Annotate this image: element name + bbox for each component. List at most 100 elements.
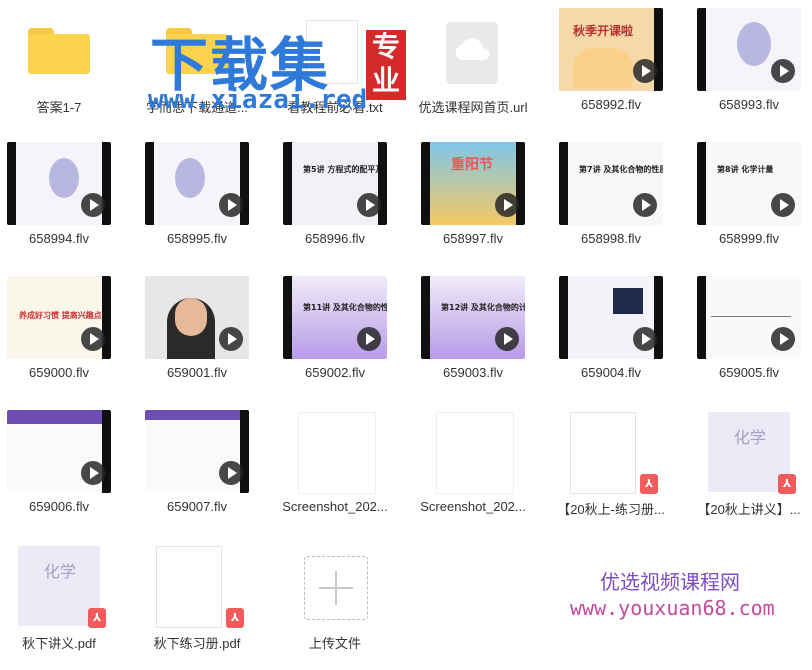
file-item[interactable]: 答案1-7 (0, 0, 138, 134)
thumb-title: 重阳节 (451, 157, 493, 173)
file-name: 658992.flv (581, 97, 641, 112)
image-thumbnail (436, 412, 514, 494)
file-item[interactable]: 优选课程网首页.url (414, 0, 552, 134)
file-name: 659005.flv (719, 365, 779, 380)
play-icon (771, 327, 795, 351)
thumb-title: 第12讲 及其化合物的计算 (441, 303, 525, 312)
file-item[interactable]: 第11讲 及其化合物的性质 659002.flv (276, 268, 414, 402)
play-icon (771, 59, 795, 83)
file-item[interactable]: 658994.flv (0, 134, 138, 268)
play-icon (633, 193, 657, 217)
play-icon (495, 327, 519, 351)
upload-button[interactable] (304, 556, 368, 620)
video-thumbnail: 第8讲 化学计量 (697, 142, 801, 225)
watermark-bottom-cn: 优选视频课程网 (600, 570, 740, 594)
video-thumbnail (7, 142, 111, 225)
play-icon (81, 327, 105, 351)
play-icon (81, 193, 105, 217)
play-icon (219, 461, 243, 485)
pdf-thumbnail (156, 546, 222, 628)
file-name: 659000.flv (29, 365, 89, 380)
pdf-icon: ⅄ (778, 474, 796, 494)
file-item[interactable]: 养成好习惯 提高兴趣点 659000.flv (0, 268, 138, 402)
file-item[interactable]: Screenshot_202... (414, 402, 552, 536)
play-icon (495, 193, 519, 217)
watermark-top-url: www.xiazai.red (148, 85, 368, 115)
file-name: 658993.flv (719, 97, 779, 112)
file-item[interactable]: 秋季开课啦 658992.flv (552, 0, 690, 134)
file-item[interactable]: 659005.flv (690, 268, 812, 402)
upload-label: 上传文件 (308, 636, 361, 651)
play-icon (219, 193, 243, 217)
file-item[interactable]: 重阳节 658997.flv (414, 134, 552, 268)
file-name: Screenshot_202... (420, 499, 526, 514)
file-name: Screenshot_202... (282, 499, 388, 514)
play-icon (771, 193, 795, 217)
file-grid: 答案1-7 学而思下载通道... 看教程前必看.txt 优选课程网首页.url … (0, 0, 812, 651)
file-item[interactable]: ⅄ 秋下练习册.pdf (138, 536, 276, 670)
file-name: 659003.flv (443, 365, 503, 380)
thumb-title: 秋季开课啦 (573, 24, 634, 38)
file-item[interactable]: 第5讲 方程式的配平及计算 658996.flv (276, 134, 414, 268)
video-thumbnail (145, 410, 249, 493)
file-item[interactable]: 658995.flv (138, 134, 276, 268)
file-name: 659007.flv (167, 499, 227, 514)
pdf-icon: ⅄ (226, 608, 244, 628)
file-name: 658997.flv (443, 231, 503, 246)
video-thumbnail (145, 276, 249, 359)
thumb-title: 第11讲 及其化合物的性质 (303, 303, 387, 312)
thumb-title: 养成好习惯 提高兴趣点 (19, 311, 102, 320)
file-item[interactable]: 659007.flv (138, 402, 276, 536)
file-name: 秋下练习册.pdf (153, 636, 241, 651)
watermark-badge: 专业 (366, 30, 406, 100)
video-thumbnail (559, 276, 663, 359)
play-icon (357, 193, 381, 217)
file-name: 【20秋上-练习册... (557, 502, 665, 517)
cover-title: 化学 (734, 430, 767, 447)
file-item[interactable]: 659006.flv (0, 402, 138, 536)
file-name: 【20秋上讲义】... (697, 502, 801, 517)
file-item[interactable]: 化学 ⅄ 秋下讲义.pdf (0, 536, 138, 670)
file-name: 659001.flv (167, 365, 227, 380)
file-name: 答案1-7 (36, 100, 82, 115)
video-thumbnail: 第12讲 及其化合物的计算 (421, 276, 525, 359)
thumb-title: 第5讲 方程式的配平及计算 (303, 165, 387, 174)
url-file-icon (446, 22, 498, 84)
thumb-title: 第7讲 及其化合物的性质 (579, 165, 663, 174)
video-thumbnail: 第5讲 方程式的配平及计算 (283, 142, 387, 225)
play-icon (633, 327, 657, 351)
file-item[interactable]: 659004.flv (552, 268, 690, 402)
play-icon (357, 327, 381, 351)
video-thumbnail: 秋季开课啦 (559, 8, 663, 91)
video-thumbnail: 养成好习惯 提高兴趣点 (7, 276, 111, 359)
video-thumbnail: 第11讲 及其化合物的性质 (283, 276, 387, 359)
watermark-bottom-url: www.youxuan68.com (570, 596, 775, 620)
file-item[interactable]: 659001.flv (138, 268, 276, 402)
file-item[interactable]: 第7讲 及其化合物的性质 658998.flv (552, 134, 690, 268)
folder-icon (28, 28, 90, 74)
file-item[interactable]: 第8讲 化学计量 658999.flv (690, 134, 812, 268)
video-thumbnail (697, 276, 801, 359)
file-name: 秋下讲义.pdf (22, 636, 96, 651)
file-name: 658995.flv (167, 231, 227, 246)
pdf-icon: ⅄ (640, 474, 658, 494)
file-item[interactable]: 第12讲 及其化合物的计算 659003.flv (414, 268, 552, 402)
video-thumbnail (7, 410, 111, 493)
video-thumbnail: 第7讲 及其化合物的性质 (559, 142, 663, 225)
file-item[interactable]: ⅄ 【20秋上-练习册... (552, 402, 690, 536)
file-item[interactable]: Screenshot_202... (276, 402, 414, 536)
video-thumbnail: 重阳节 (421, 142, 525, 225)
file-name: 659006.flv (29, 499, 89, 514)
file-name: 658998.flv (581, 231, 641, 246)
image-thumbnail (298, 412, 376, 494)
play-icon (219, 327, 243, 351)
thumb-title: 第8讲 化学计量 (717, 165, 774, 174)
file-name: 659004.flv (581, 365, 641, 380)
play-icon (81, 461, 105, 485)
file-name: 优选课程网首页.url (418, 100, 528, 115)
play-icon (633, 59, 657, 83)
file-name: 658999.flv (719, 231, 779, 246)
file-item[interactable]: 658993.flv (690, 0, 812, 134)
file-item[interactable]: 化学 ⅄ 【20秋上讲义】... (690, 402, 812, 536)
file-name: 658994.flv (29, 231, 89, 246)
